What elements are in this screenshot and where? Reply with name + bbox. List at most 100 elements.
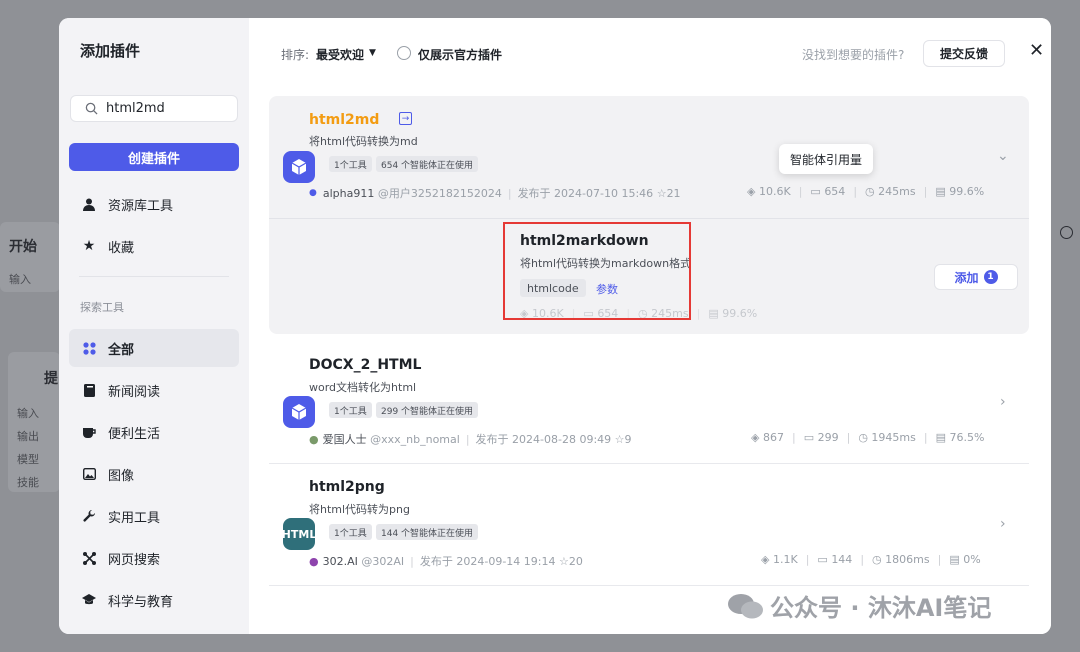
- wechat-icon: [728, 593, 763, 618]
- bg-line: 输入: [17, 407, 39, 420]
- plugin-desc: 将html代码转换为md: [309, 135, 418, 148]
- stat-success: 0%: [963, 553, 981, 566]
- plugin-title[interactable]: DOCX_2_HTML: [309, 357, 421, 373]
- clock-icon: ◷: [858, 431, 868, 444]
- stat-calls: 1.1K: [772, 553, 798, 566]
- avatar: ●: [309, 432, 319, 446]
- success-icon: ▤: [708, 307, 719, 320]
- clock-icon: ◷: [865, 185, 875, 198]
- avatar: ●: [309, 554, 319, 568]
- chevron-down-icon[interactable]: ⌄: [997, 148, 1009, 164]
- tag: 144 个智能体正在使用: [376, 524, 479, 540]
- chevron-down-icon[interactable]: ▼: [369, 48, 376, 58]
- search-icon: [85, 102, 98, 115]
- close-icon[interactable]: ✕: [1029, 40, 1044, 61]
- network-icon: [82, 551, 96, 565]
- stat-calls: 10.6K: [758, 185, 791, 198]
- search-input[interactable]: html2md: [70, 95, 238, 122]
- plugin-desc: 将html代码转为png: [309, 503, 410, 516]
- add-button[interactable]: 添加 1: [934, 264, 1018, 290]
- image-icon: [82, 467, 96, 481]
- author-handle: @302AI: [361, 554, 405, 568]
- highlight-box: [503, 222, 691, 320]
- modal-title: 添加插件: [80, 42, 141, 60]
- stat-agents: 654: [824, 185, 846, 198]
- sidebar-item-web-search[interactable]: 网页搜索: [69, 539, 239, 577]
- plugin-meta: ● alpha911 @用户3252182152024 | 发布于 2024-0…: [309, 186, 681, 201]
- author-handle: @xxx_nb_nomal: [370, 432, 460, 446]
- grid-icon: [82, 341, 96, 355]
- person-icon: [82, 197, 96, 211]
- cube-icon: ◈: [761, 553, 770, 566]
- plugin-desc: word文档转化为html: [309, 381, 417, 394]
- section-label: 探索工具: [80, 301, 124, 314]
- cube-icon: ◈: [751, 431, 760, 444]
- feedback-button[interactable]: 提交反馈: [923, 40, 1005, 67]
- author: 爱国人士: [322, 433, 367, 446]
- sidebar-item-label: 科学与教育: [108, 594, 174, 610]
- sidebar-item-science[interactable]: 科学与教育: [69, 581, 239, 619]
- author-handle: @用户3252182152024: [377, 187, 502, 200]
- tag: 654 个智能体正在使用: [376, 156, 479, 172]
- success-icon: ▤: [935, 185, 946, 198]
- published-time: 发布于 2024-09-14 19:14: [419, 555, 556, 568]
- sidebar-item-life[interactable]: 便利生活: [69, 413, 239, 451]
- bg-node-input: 输入: [9, 273, 31, 286]
- plugin-stats: ◈ 1.1K | ▭ 144 | ◷ 1806ms | ▤ 0%: [761, 553, 981, 566]
- sidebar: 添加插件 html2md 创建插件 资源库工具 ★ 收藏 探索工具 全部 新闻阅…: [59, 18, 249, 634]
- published-time: 发布于 2024-08-28 09:49: [475, 433, 612, 446]
- sidebar-item-news[interactable]: 新闻阅读: [69, 371, 239, 409]
- cube-icon: [283, 396, 315, 428]
- divider: [269, 218, 1029, 219]
- bg-node-start-label: 开始: [9, 239, 37, 255]
- plugin-stats: ◈ 10.6K | ▭ 654 | ◷ 245ms | ▤ 99.6%: [747, 185, 985, 198]
- divider: [79, 276, 229, 277]
- stat-latency: 1806ms: [885, 553, 930, 566]
- stat-success: 76.5%: [949, 431, 985, 444]
- star-icon: ☆: [656, 186, 667, 200]
- avatar: ●: [309, 188, 317, 198]
- tooltip: 智能体引用量: [779, 144, 873, 174]
- star-icon: ★: [82, 238, 96, 254]
- success-icon: ▤: [949, 553, 960, 566]
- plugin-title[interactable]: html2md: [309, 112, 379, 128]
- sidebar-item-library[interactable]: 资源库工具: [69, 185, 239, 223]
- main-panel: 排序: 最受欢迎 ▼ 仅展示官方插件 没找到想要的插件? 提交反馈 ✕ html…: [249, 18, 1051, 634]
- stat-success: 99.6%: [949, 185, 985, 198]
- bg-line: 模型: [17, 453, 39, 466]
- play-icon[interactable]: [1060, 226, 1073, 239]
- plugin-title[interactable]: html2png: [309, 479, 385, 495]
- graduation-icon: [82, 593, 96, 607]
- sidebar-item-label: 网页搜索: [108, 552, 161, 568]
- bg-line: 输出: [17, 430, 39, 443]
- sort-label: 排序:: [281, 48, 310, 62]
- star-count: 21: [666, 186, 681, 200]
- create-plugin-button[interactable]: 创建插件: [69, 143, 239, 171]
- sidebar-item-label: 便利生活: [108, 426, 161, 442]
- official-only-label[interactable]: 仅展示官方插件: [418, 46, 502, 63]
- sidebar-item-tools[interactable]: 实用工具: [69, 497, 239, 535]
- sidebar-item-label: 全部: [108, 342, 135, 358]
- sidebar-item-favorites[interactable]: ★ 收藏: [69, 227, 239, 265]
- chevron-right-icon[interactable]: ›: [1000, 394, 1006, 410]
- chat-icon: ▭: [810, 185, 821, 198]
- published-time: 发布于 2024-07-10 15:46: [517, 187, 654, 200]
- success-icon: ▤: [935, 431, 946, 444]
- not-found-text: 没找到想要的插件?: [802, 48, 905, 62]
- tag: 299 个智能体正在使用: [376, 402, 479, 418]
- chevron-right-icon[interactable]: ›: [1000, 516, 1006, 532]
- sidebar-item-all[interactable]: 全部: [69, 329, 239, 367]
- divider: [269, 585, 1029, 586]
- star-icon: ☆: [558, 554, 569, 568]
- author: 302.AI: [322, 554, 358, 568]
- sort-dropdown[interactable]: 最受欢迎: [316, 46, 364, 63]
- star-icon: ☆: [614, 432, 625, 446]
- sidebar-item-label: 资源库工具: [108, 198, 174, 214]
- sidebar-item-image[interactable]: 图像: [69, 455, 239, 493]
- official-only-radio[interactable]: [397, 46, 411, 60]
- add-label: 添加: [954, 270, 979, 285]
- open-link-icon[interactable]: →: [399, 112, 412, 125]
- watermark-text: 公众号 · 沐沐AI笔记: [770, 594, 992, 622]
- book-icon: [82, 383, 96, 397]
- cup-icon: [82, 425, 96, 439]
